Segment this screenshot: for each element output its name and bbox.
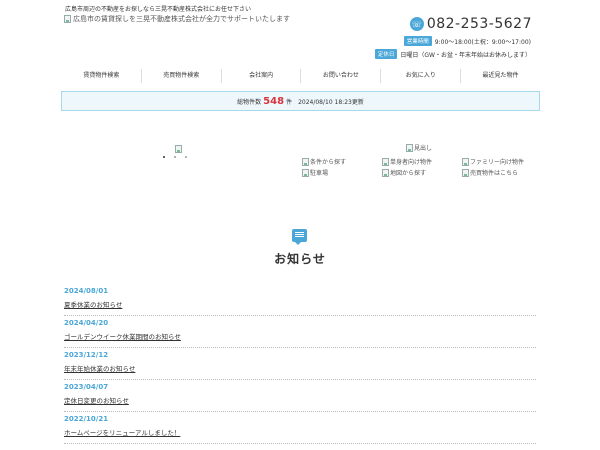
slider-dot[interactable] xyxy=(174,156,176,158)
hours-badge: 営業時間 xyxy=(403,36,432,46)
news-item: 2022/10/21 ホームページをリニューアルしました！ xyxy=(64,412,536,444)
broken-image-icon xyxy=(302,168,309,177)
counter-updated: 2024/08/10 18:23更新 xyxy=(298,98,364,106)
broken-image-icon xyxy=(462,168,469,177)
slider-image-icon xyxy=(175,145,182,153)
nav-company[interactable]: 会社案内 xyxy=(222,69,302,83)
news-link[interactable]: 定休日変更のお知らせ xyxy=(64,395,536,405)
news-date: 2023/04/07 xyxy=(64,383,109,391)
news-link[interactable]: ゴールデンウイーク休業期間のお知らせ xyxy=(64,331,536,341)
broken-image-icon xyxy=(382,168,389,177)
counter-label: 総物件数 xyxy=(237,98,262,106)
counter-number: 548 xyxy=(263,95,285,107)
features-heading-alt: 見出し xyxy=(414,145,433,152)
link-label: 駐車場 xyxy=(310,170,329,177)
business-hours: 営業時間 9:00～18:00(土祝：9:00～17:00) xyxy=(403,36,531,46)
news-date: 2024/04/20 xyxy=(64,319,109,327)
link-label: 条件から探す xyxy=(310,159,347,166)
link-label: 単身者向け物件 xyxy=(390,159,433,166)
link-parking[interactable]: 駐車場 xyxy=(302,168,382,177)
regular-holiday: 定休日 日曜日（GW・お盆・年末年始はお休みします） xyxy=(374,49,531,59)
nav-recently-viewed[interactable]: 最近見た物件 xyxy=(461,69,540,83)
property-counter: 総物件数 548 件 2024/08/10 18:23更新 xyxy=(61,91,540,111)
site-tagline: 広島市周辺の不動産をお探しなら三晃不動産株式会社にお任せ下さい xyxy=(65,6,252,13)
link-label: ファミリー向け物件 xyxy=(470,159,525,166)
holiday-text: 日曜日（GW・お盆・年末年始はお休みします） xyxy=(400,51,531,59)
broken-image-icon xyxy=(462,157,469,166)
link-search-conditions[interactable]: 条件から探す xyxy=(302,157,382,166)
news-date: 2022/10/21 xyxy=(64,415,109,423)
news-link[interactable]: 年末年始休業のお知らせ xyxy=(64,363,536,373)
slider-dots xyxy=(163,156,187,158)
feature-links: 条件から探す 単身者向け物件 ファミリー向け物件 駐車場 地図から探す 売買物件… xyxy=(302,157,542,177)
nav-favorites[interactable]: お気に入り xyxy=(381,69,462,83)
link-sale-property[interactable]: 売買物件はこちら xyxy=(462,168,542,177)
link-map-search[interactable]: 地図から探す xyxy=(382,168,462,177)
features-heading: 見出し xyxy=(406,143,432,152)
logo-alt-text: 広島市の賃貸探しを三晃不動産株式会社が全力でサポートいたします xyxy=(73,15,290,23)
broken-image-icon xyxy=(406,143,413,152)
broken-image-icon xyxy=(302,157,309,166)
news-speech-bubble-icon xyxy=(292,229,307,245)
site-logo[interactable]: 広島市の賃貸探しを三晃不動産株式会社が全力でサポートいたします xyxy=(64,14,290,24)
link-single-property[interactable]: 単身者向け物件 xyxy=(382,157,462,166)
news-item: 2023/12/12 年末年始休業のお知らせ xyxy=(64,348,536,380)
phone-number[interactable]: 082-253-5627 xyxy=(427,16,532,32)
nav-rental-search[interactable]: 賃貸物件検索 xyxy=(62,69,142,83)
link-family-property[interactable]: ファミリー向け物件 xyxy=(462,157,542,166)
phone-contact[interactable]: ☏ 082-253-5627 xyxy=(409,16,532,32)
main-nav: 賃貸物件検索 売買物件検索 会社案内 お問い合わせ お気に入り 最近見た物件 xyxy=(62,69,540,83)
news-item: 2024/08/01 夏季休業のお知らせ xyxy=(64,284,536,316)
broken-image-icon xyxy=(382,157,389,166)
news-date: 2024/08/01 xyxy=(64,287,109,295)
slider-dot[interactable] xyxy=(163,156,165,158)
news-item: 2024/04/20 ゴールデンウイーク休業期間のお知らせ xyxy=(64,316,536,348)
holiday-badge: 定休日 xyxy=(374,49,398,59)
news-item: 2023/04/07 定休日変更のお知らせ xyxy=(64,380,536,412)
broken-image-icon xyxy=(64,15,71,23)
news-link[interactable]: 夏季休業のお知らせ xyxy=(64,299,536,309)
news-date: 2023/12/12 xyxy=(64,351,109,359)
nav-sale-search[interactable]: 売買物件検索 xyxy=(142,69,222,83)
slider-dot[interactable] xyxy=(185,156,187,158)
counter-unit: 件 xyxy=(286,98,293,106)
link-label: 地図から探す xyxy=(390,170,427,177)
news-link[interactable]: ホームページをリニューアルしました！ xyxy=(64,427,536,437)
news-list: 2024/08/01 夏季休業のお知らせ 2024/04/20 ゴールデンウイー… xyxy=(64,284,536,444)
hours-text: 9:00～18:00(土祝：9:00～17:00) xyxy=(434,38,531,46)
news-section-title: お知らせ xyxy=(274,252,326,266)
phone-icon: ☏ xyxy=(409,17,424,31)
link-label: 売買物件はこちら xyxy=(470,170,519,177)
nav-contact[interactable]: お問い合わせ xyxy=(301,69,382,83)
